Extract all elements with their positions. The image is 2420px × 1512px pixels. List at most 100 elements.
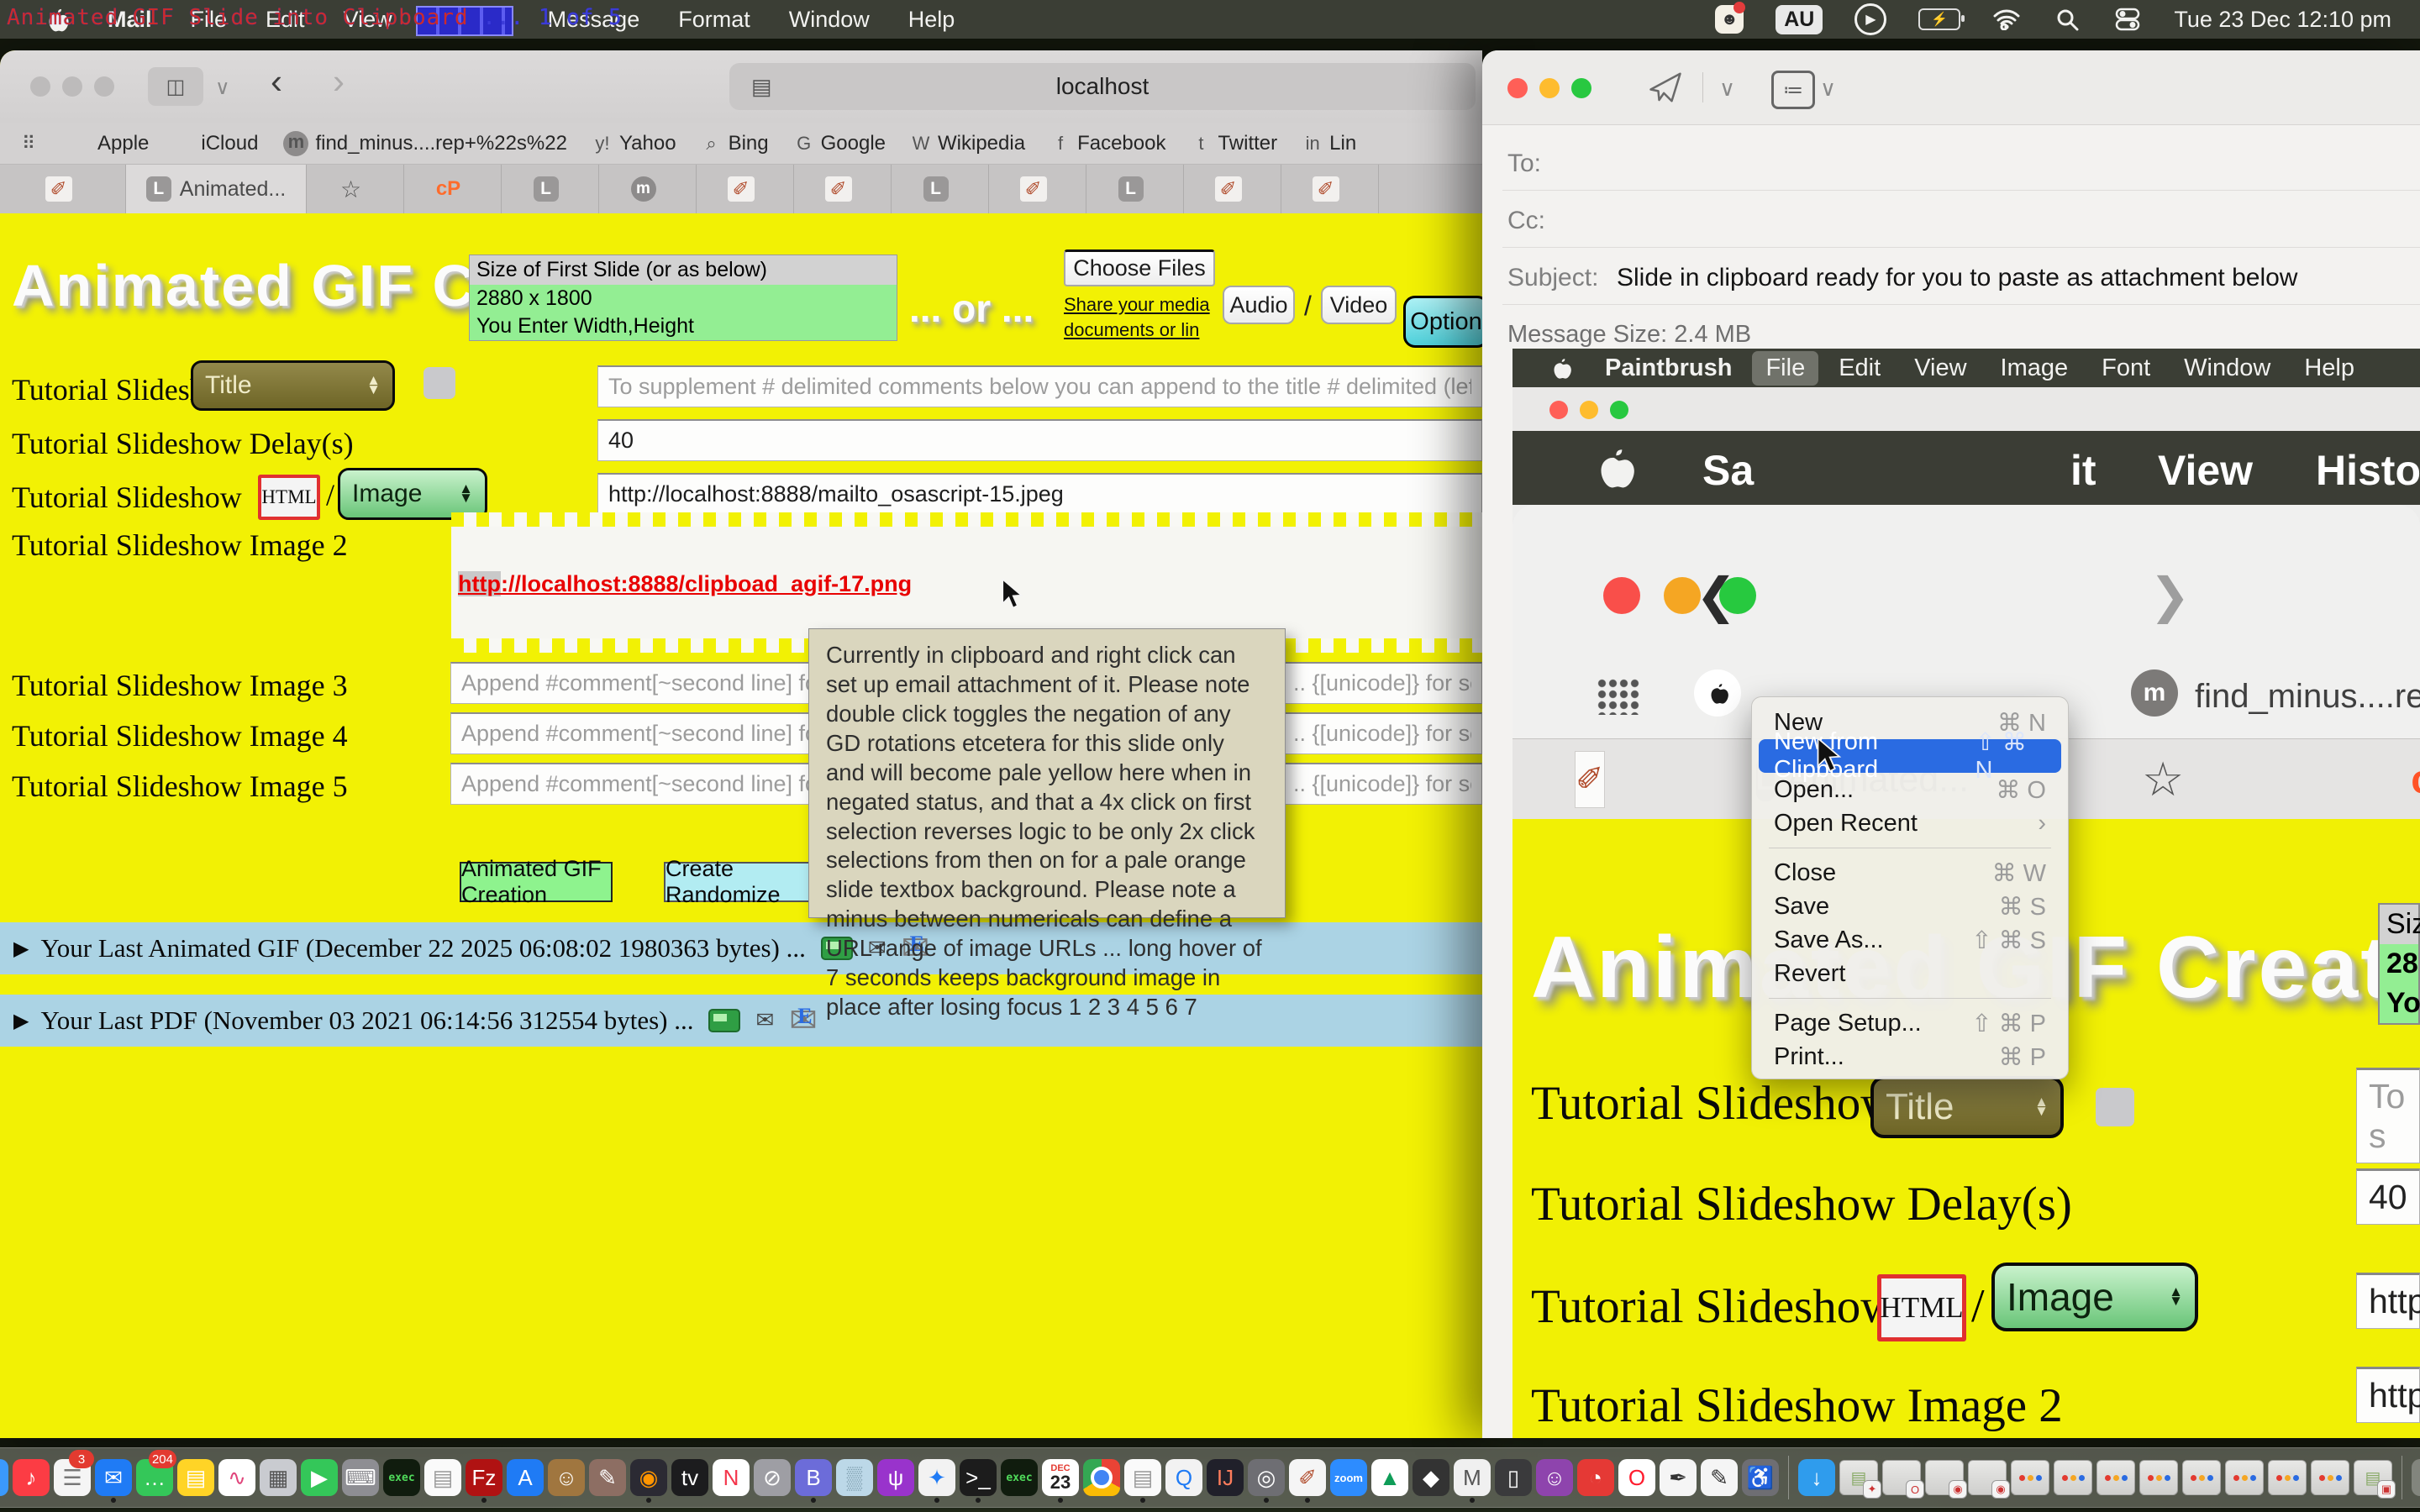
browser-tab[interactable]: ✐	[1184, 165, 1281, 213]
file-menu-item[interactable]: Save ⌘ S	[1759, 890, 2061, 923]
title-supplement-input[interactable]	[597, 365, 1482, 407]
control-center-icon[interactable]	[2113, 5, 2142, 34]
dock-facetime[interactable]: ▶	[301, 1453, 338, 1502]
audio-button[interactable]: Audio	[1223, 286, 1295, 324]
minimize-button[interactable]	[1539, 78, 1560, 98]
dock-quicktime[interactable]: Q	[1165, 1453, 1202, 1502]
option-button[interactable]: Option	[1403, 296, 1489, 348]
bookmark-item[interactable]: t Twitter	[1191, 132, 1277, 155]
dock-messages[interactable]: … 204	[136, 1453, 173, 1502]
file-menu-item[interactable]: Print... ⌘ P	[1759, 1040, 2061, 1074]
dock-downloads-folder[interactable]: ↓	[1798, 1453, 1835, 1502]
menu-help[interactable]: Help	[908, 7, 955, 33]
browser-tab[interactable]: ✐	[794, 165, 892, 213]
dock-filezilla[interactable]: Fz	[466, 1453, 502, 1502]
small-envelope-icon[interactable]: ✉	[755, 1008, 774, 1033]
subject-value[interactable]: Slide in clipboard ready for you to past…	[1617, 264, 2297, 292]
close-button[interactable]	[1507, 78, 1528, 98]
file-menu-item[interactable]: Close ⌘ W	[1759, 856, 2061, 890]
format-options-chevron[interactable]: ∨	[1820, 76, 1836, 102]
browser-tab[interactable]: ✐	[989, 165, 1086, 213]
dock-photos[interactable]: ▒	[836, 1453, 873, 1502]
dock-speedtest[interactable]: ◔	[1577, 1453, 1614, 1502]
dock-freeform[interactable]: ∿	[218, 1453, 255, 1502]
dock-keypad[interactable]: ⌨	[342, 1453, 379, 1502]
dock-cat-app[interactable]: ☺	[1536, 1453, 1573, 1502]
dock-safari[interactable]: ✦	[918, 1453, 955, 1502]
zoom-button[interactable]	[1571, 78, 1591, 98]
dock-min-paintbrush-window[interactable]	[2268, 1460, 2307, 1495]
playback-status-icon[interactable]: ▶	[1854, 3, 1886, 35]
menu-format[interactable]: Format	[678, 7, 750, 33]
minimize-button[interactable]	[62, 76, 82, 97]
back-button[interactable]: ‹	[271, 64, 282, 99]
animated-gif-creation-button[interactable]: Animated GIF Creation	[460, 862, 613, 902]
dock-contacts[interactable]: ☺	[548, 1453, 585, 1502]
send-button[interactable]	[1647, 71, 1684, 104]
dock-iphone-mirroring[interactable]: ▯	[1495, 1453, 1532, 1502]
dock-min-paintbrush-window[interactable]	[2225, 1460, 2264, 1495]
menu-window[interactable]: Window	[789, 7, 870, 33]
bookmark-item[interactable]: ⠿	[18, 133, 45, 155]
dock-finder[interactable]: ☺	[0, 1453, 8, 1502]
dock-appletv[interactable]: tv	[671, 1453, 708, 1502]
to-field[interactable]	[1583, 143, 2390, 183]
choose-files-button[interactable]: Choose Files	[1064, 249, 1215, 286]
dock-music[interactable]: ♪	[13, 1453, 50, 1502]
dock-paintbrush[interactable]: ✐	[1289, 1453, 1326, 1502]
email-envelope-icon[interactable]: ✉E	[789, 1004, 818, 1037]
browser-tab[interactable]: cP	[404, 165, 502, 213]
file-menu-item[interactable]: Save As... ⇧ ⌘ S	[1759, 923, 2061, 957]
bookmark-item[interactable]: W Wikipedia	[911, 132, 1025, 155]
clipboard-image-link[interactable]: http://localhost:8888/clipboad_agif-17.p…	[458, 571, 912, 597]
address-bar[interactable]: ▤ localhost	[729, 63, 1476, 110]
dock-accessibility[interactable]: ♿	[1742, 1453, 1779, 1502]
file-menu-item[interactable]: Page Setup... ⇧ ⌘ P	[1759, 1006, 2061, 1040]
dock-min-paintbrush-window[interactable]	[2054, 1460, 2092, 1495]
dock-terminal[interactable]: >_	[960, 1453, 997, 1502]
browser-tab[interactable]: ✐	[1281, 165, 1379, 213]
dock-appstore[interactable]: A	[507, 1453, 544, 1502]
dock-min-paintbrush-window[interactable]	[2182, 1460, 2221, 1495]
dock-intellij[interactable]: IJ	[1207, 1453, 1244, 1502]
image4-unicode-input[interactable]	[1282, 712, 1482, 754]
browser-tab[interactable]: ✐	[697, 165, 794, 213]
dock-min-chrome-window[interactable]: ◉	[1925, 1460, 1964, 1495]
dock-gimp[interactable]: ✎	[589, 1453, 626, 1502]
slide1-url-input[interactable]	[597, 473, 1482, 515]
dock-drive[interactable]: ▲	[1371, 1453, 1408, 1502]
wifi-icon[interactable]	[1992, 5, 2021, 34]
slide-size-box[interactable]: Size of First Slide (or as below) 2880 x…	[469, 255, 897, 341]
dock-zoom[interactable]: zoom	[1330, 1453, 1367, 1502]
privacy-shield-icon[interactable]: ▤	[751, 74, 772, 100]
dock-min-terminal-window[interactable]: ▤ ✦	[1839, 1460, 1878, 1495]
dock-reminders[interactable]: ☰ 3	[54, 1453, 91, 1502]
row1-checkbox[interactable]	[424, 367, 455, 399]
dock-min-paintbrush-window[interactable]	[2139, 1460, 2178, 1495]
dock-exec-window[interactable]: exec	[1001, 1453, 1038, 1502]
image5-unicode-input[interactable]	[1282, 763, 1482, 805]
dock-textedit[interactable]: ▤	[424, 1453, 461, 1502]
format-list-icon[interactable]: ≔	[1771, 71, 1815, 109]
dock-notes[interactable]: ▤	[177, 1453, 214, 1502]
browser-tab[interactable]: L	[1086, 165, 1184, 213]
title-select[interactable]: Title▲▼	[191, 360, 395, 411]
dock-mail[interactable]: ✉	[95, 1453, 132, 1502]
dock-min-paintbrush-window[interactable]	[2096, 1460, 2135, 1495]
disclosure-triangle-icon[interactable]: ▶	[13, 937, 29, 961]
bookmark-item[interactable]: in Lin	[1302, 132, 1356, 155]
status-app-icon[interactable]: ☻	[1715, 5, 1744, 34]
file-menu-item[interactable]: Revert	[1759, 957, 2061, 990]
browser-tab[interactable]: L	[892, 165, 989, 213]
cc-field[interactable]	[1583, 200, 2390, 240]
dock-opera[interactable]: O	[1618, 1453, 1655, 1502]
menubar-clock[interactable]: Tue 23 Dec 12:10 pm	[2174, 7, 2391, 33]
dock-pen-app[interactable]: ✒	[1660, 1453, 1697, 1502]
bookmark-item[interactable]: f Facebook	[1050, 132, 1165, 155]
browser-tab[interactable]: ☆	[307, 165, 404, 213]
zoom-button[interactable]	[94, 76, 114, 97]
send-options-chevron[interactable]: ∨	[1719, 76, 1735, 102]
dock-chrome[interactable]	[1083, 1453, 1120, 1502]
input-source-badge[interactable]: AU	[1776, 5, 1823, 34]
dock-firefox[interactable]: ◉	[630, 1453, 667, 1502]
